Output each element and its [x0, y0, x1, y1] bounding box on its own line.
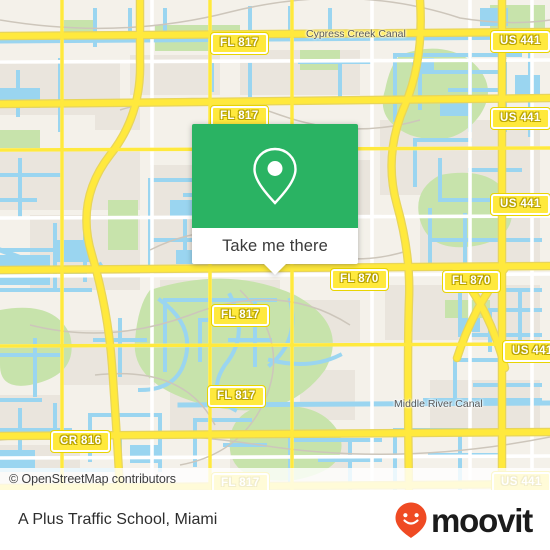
- road-shield-cr-816[interactable]: CR 816: [49, 430, 112, 453]
- moovit-logo[interactable]: moovit: [394, 501, 533, 539]
- road-shield-us-441[interactable]: US 441: [490, 30, 550, 53]
- popup-pointer: [264, 264, 286, 275]
- moovit-wordmark: moovit: [431, 501, 533, 539]
- map-attribution[interactable]: © OpenStreetMap contributors: [0, 468, 550, 490]
- map-label-middle-river-canal: Middle River Canal: [394, 398, 483, 410]
- road-shield-us-441[interactable]: US 441: [490, 193, 550, 216]
- road-shield-fl-870[interactable]: FL 870: [442, 270, 501, 293]
- road-shield-us-441[interactable]: US 441: [502, 340, 550, 363]
- road-shield-fl-817[interactable]: FL 817: [207, 385, 266, 408]
- map-canvas[interactable]: Cypress Creek Canal Middle River Canal F…: [0, 0, 550, 490]
- take-me-there-button[interactable]: Take me there: [192, 228, 358, 275]
- road-shield-fl-817[interactable]: FL 817: [210, 32, 269, 55]
- location-popup[interactable]: Take me there: [192, 124, 358, 275]
- popup-icon-panel: [192, 124, 358, 228]
- map-pin-icon: [253, 147, 297, 205]
- footer-bar: A Plus Traffic School, Miami moovit: [0, 490, 550, 550]
- take-me-there-label: Take me there: [222, 236, 328, 255]
- road-shield-fl-817[interactable]: FL 817: [211, 304, 270, 327]
- page-title: A Plus Traffic School, Miami: [18, 511, 218, 528]
- map-screenshot: Cypress Creek Canal Middle River Canal F…: [0, 0, 550, 550]
- moovit-pin-icon: [395, 502, 427, 538]
- map-label-cypress-creek-canal: Cypress Creek Canal: [306, 28, 406, 40]
- road-shield-fl-870[interactable]: FL 870: [330, 268, 389, 291]
- road-shield-us-441[interactable]: US 441: [490, 107, 550, 130]
